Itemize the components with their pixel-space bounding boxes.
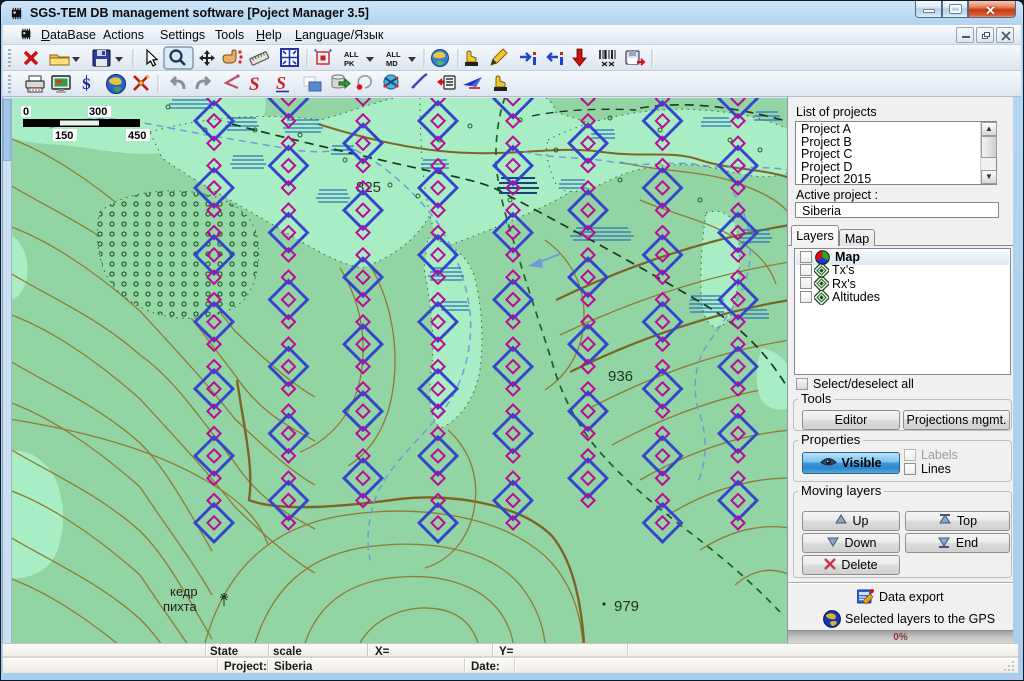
svg-text:ALL: ALL: [344, 50, 359, 59]
svg-text:300: 300: [89, 106, 107, 118]
svg-text:450: 450: [128, 130, 146, 142]
svg-text:150: 150: [55, 130, 73, 142]
svg-text:PK: PK: [344, 59, 355, 68]
svg-text:ALL: ALL: [386, 50, 401, 59]
svg-text:MD: MD: [386, 59, 398, 68]
svg-text:0: 0: [23, 106, 29, 118]
svg-text:S: S: [276, 73, 286, 93]
svg-text:кедр: кедр: [170, 584, 198, 599]
svg-text:936: 936: [608, 368, 633, 385]
svg-text:979: 979: [614, 598, 639, 615]
svg-text:S: S: [249, 74, 260, 95]
svg-text:пихта: пихта: [163, 599, 197, 614]
